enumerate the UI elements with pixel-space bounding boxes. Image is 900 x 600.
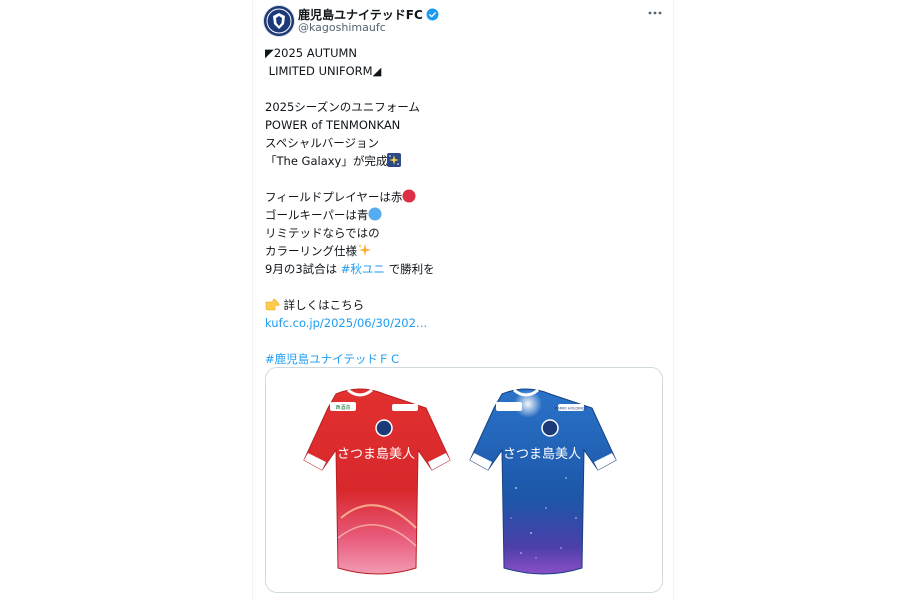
sparkle-fireworks-emoji (387, 153, 402, 167)
shirt-left-calligraphy: さつま島美人 (337, 447, 415, 462)
details-label: 詳しくはこちら (283, 298, 365, 312)
sponsor-left-text: 西酒造 (335, 404, 350, 411)
avatar[interactable] (264, 6, 294, 36)
tweet-text: ◤2025 AUTUMN LIMITED UNIFORM◢ 2025シーズンのユ… (265, 44, 661, 368)
tweet-line: #鹿児島ユナイテッドＦＣ (265, 350, 661, 368)
tweet-line: LIMITED UNIFORM◢ (265, 64, 382, 78)
sparkles-emoji (358, 244, 371, 256)
tweet-line: POWER of TENMONKAN (265, 118, 401, 132)
match-text-prefix: 9月の3試合は (265, 262, 341, 276)
match-text-suffix: で勝利を (384, 262, 435, 276)
tweet-line: リミテッドならではの (265, 226, 380, 240)
tweet-line-text: ゴールキーパーは青 (265, 208, 369, 222)
tweet-line: フィールドプレイヤーは赤 (265, 188, 661, 206)
hashtag-club-link[interactable]: #鹿児島ユナイテッドＦＣ (265, 352, 401, 366)
shirt-right-calligraphy: さつま島美人 (503, 447, 581, 462)
more-options-icon[interactable] (646, 7, 664, 19)
external-link[interactable]: kufc.co.jp/2025/06/30/202… (265, 316, 427, 330)
tweet-line: 2025シーズンのユニフォーム (265, 100, 420, 114)
tweet-line: ◤2025 AUTUMN (265, 46, 358, 60)
tweet-line: ゴールキーパーは青 (265, 206, 661, 224)
tweet-media-image[interactable]: 西酒造 さつま島美人 KAMIO HOLDINGS さつま島美人 (265, 367, 663, 593)
pointing-right-emoji (265, 298, 280, 311)
uniform-image: 西酒造 さつま島美人 KAMIO HOLDINGS さつま島美人 (266, 368, 662, 592)
blue-circle-emoji (368, 207, 382, 221)
tweet-line: カラーリング仕様 (265, 242, 661, 260)
handle[interactable]: @kagoshimaufc (298, 21, 386, 34)
club-crest-icon (264, 6, 294, 36)
sponsor-right-text: KAMIO HOLDINGS (555, 407, 588, 411)
tweet-line: 「The Galaxy」が完成 (265, 152, 661, 170)
tweet-line: kufc.co.jp/2025/06/30/202… (265, 314, 661, 332)
red-circle-emoji (402, 189, 416, 203)
tweet-line: 9月の3試合は #秋ユニ で勝利を (265, 260, 661, 278)
tweet-line: スペシャルバージョン (265, 136, 379, 150)
tweet-line-text: 「The Galaxy」が完成 (265, 154, 388, 168)
tweet-line: 詳しくはこちら (265, 296, 661, 314)
tweet-line-text: カラーリング仕様 (265, 244, 357, 258)
hashtag-autumn-link[interactable]: #秋ユニ (341, 262, 385, 276)
verified-badge-icon (426, 8, 439, 21)
tweet-line-text: フィールドプレイヤーは赤 (265, 190, 403, 204)
